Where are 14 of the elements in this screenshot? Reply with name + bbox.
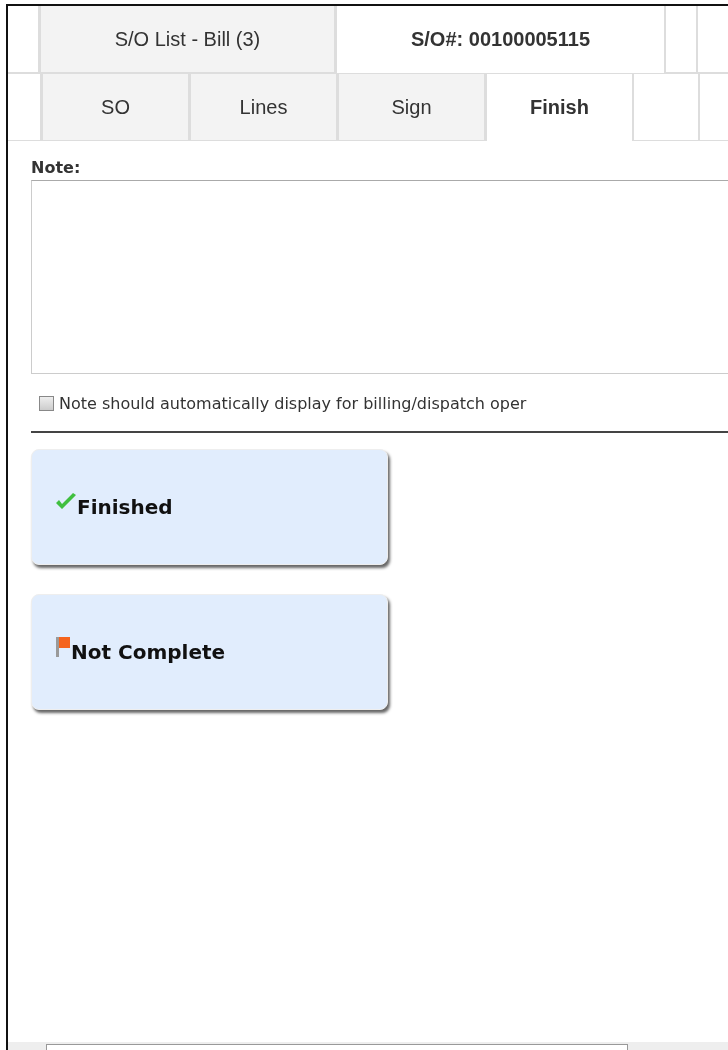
- tab[interactable]: S/O#: 00100005115: [336, 6, 666, 73]
- tab[interactable]: Finish: [486, 74, 634, 141]
- note-field[interactable]: [31, 180, 728, 374]
- tab[interactable]: S/O List - Bill (3): [40, 6, 336, 72]
- note-label: Note:: [31, 158, 81, 177]
- action-button[interactable]: Finished: [31, 449, 388, 565]
- tab[interactable]: Sign: [338, 74, 486, 140]
- checkmark-icon: [55, 493, 77, 511]
- tab[interactable]: SO: [42, 74, 190, 140]
- flag-icon: [55, 636, 71, 658]
- checkbox[interactable]: [39, 396, 54, 411]
- action-button[interactable]: Not Complete: [31, 594, 388, 710]
- checkbox-label: Note should automatically display for billing/dispatch oper: [59, 394, 527, 413]
- tab[interactable]: Lines: [190, 74, 338, 140]
